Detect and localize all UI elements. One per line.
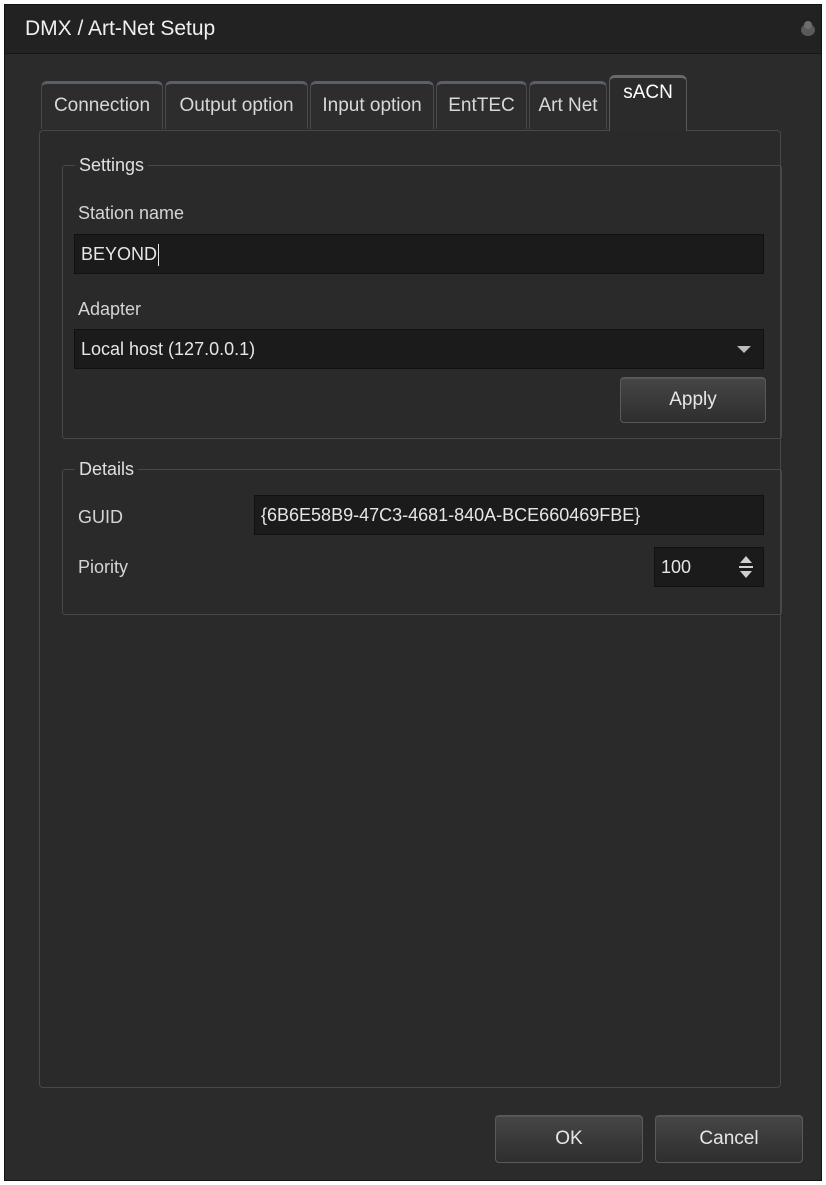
- cancel-button[interactable]: Cancel: [655, 1115, 803, 1163]
- chevron-down-icon[interactable]: [737, 346, 751, 353]
- guid-value: {6B6E58B9-47C3-4681-840A-BCE660469FBE}: [261, 505, 641, 525]
- adapter-select[interactable]: Local host (127.0.0.1): [74, 329, 764, 369]
- dmx-setup-dialog: DMX / Art-Net Setup Connection Output op…: [4, 4, 822, 1181]
- settings-legend: Settings: [79, 155, 145, 175]
- tab-enttec[interactable]: EntTEC: [436, 81, 527, 129]
- adapter-selected-value: Local host (127.0.0.1): [81, 339, 256, 359]
- station-name-value: BEYOND: [81, 244, 158, 264]
- title-bar[interactable]: DMX / Art-Net Setup: [5, 5, 821, 54]
- tab-connection[interactable]: Connection: [41, 81, 163, 129]
- station-name-label: Station name: [78, 203, 185, 223]
- window-title: DMX / Art-Net Setup: [25, 17, 216, 40]
- details-legend: Details: [79, 459, 135, 479]
- apply-button[interactable]: Apply: [620, 377, 766, 423]
- station-name-input[interactable]: BEYOND: [74, 234, 764, 274]
- tab-output-option[interactable]: Output option: [165, 81, 308, 129]
- guid-label: GUID: [78, 507, 123, 527]
- details-group: Details: [62, 459, 782, 615]
- priority-value: 100: [661, 557, 692, 577]
- tab-sacn[interactable]: sACN: [609, 75, 687, 131]
- ok-button[interactable]: OK: [495, 1115, 643, 1163]
- app-icon: [801, 21, 815, 36]
- tab-art-net[interactable]: Art Net: [529, 81, 607, 129]
- text-caret: [158, 244, 160, 267]
- adapter-label: Adapter: [78, 299, 142, 319]
- tab-input-option[interactable]: Input option: [310, 81, 434, 129]
- priority-label: Piority: [78, 557, 129, 577]
- sacn-tab-panel: Settings Station name BEYOND Adapter Loc…: [39, 130, 782, 1088]
- priority-spinbox[interactable]: 100: [654, 547, 764, 587]
- spin-arrows-icon[interactable]: [739, 554, 753, 580]
- guid-field[interactable]: {6B6E58B9-47C3-4681-840A-BCE660469FBE}: [254, 495, 764, 535]
